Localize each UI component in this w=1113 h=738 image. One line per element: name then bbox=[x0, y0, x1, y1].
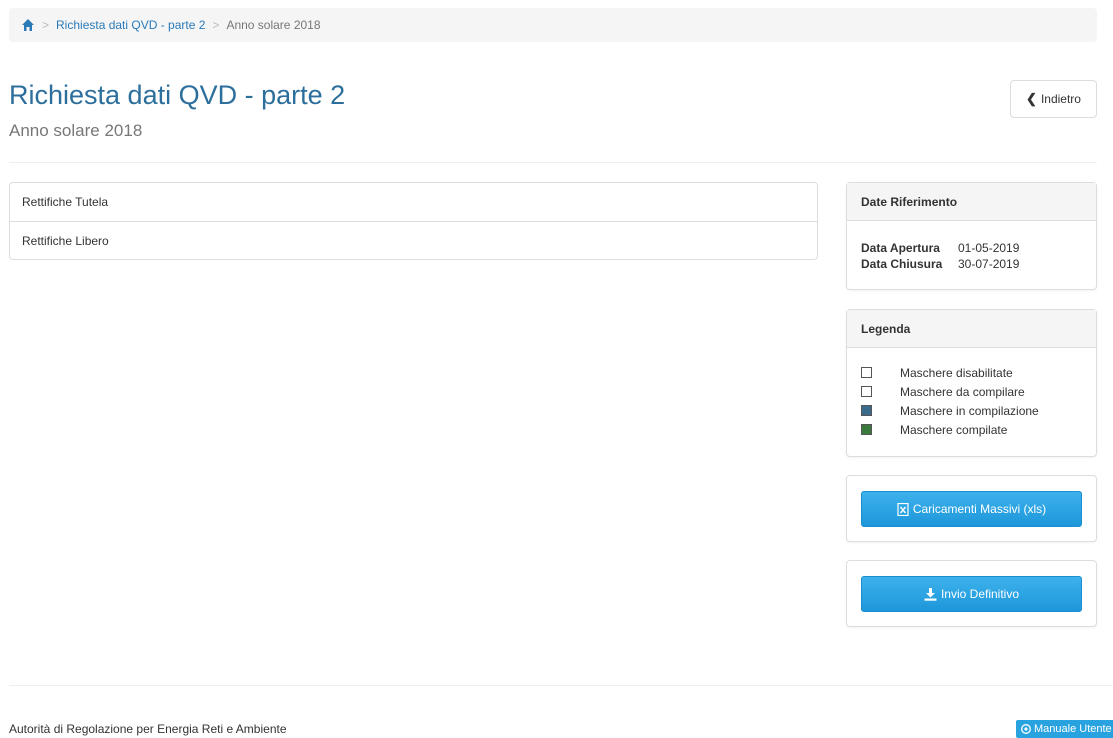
legend-label: Maschere in compilazione bbox=[900, 403, 1039, 418]
page-title: Richiesta dati QVD - parte 2 bbox=[9, 80, 346, 110]
back-button[interactable]: ❮ Indietro bbox=[1010, 80, 1097, 118]
list-item[interactable]: Rettifiche Tutela bbox=[10, 183, 817, 221]
bulk-upload-panel: Caricamenti Massivi (xls) bbox=[846, 475, 1097, 542]
user-manual-button[interactable]: Manuale Utente bbox=[1016, 720, 1113, 738]
legend-swatch bbox=[861, 405, 872, 416]
header-divider bbox=[9, 162, 1097, 163]
bulk-upload-button[interactable]: Caricamenti Massivi (xls) bbox=[861, 491, 1082, 527]
legend-item: Maschere compilate bbox=[861, 420, 1082, 439]
legend-item: Maschere disabilitate bbox=[861, 363, 1082, 382]
chevron-left-icon: ❮ bbox=[1026, 91, 1037, 106]
breadcrumb-current: Anno solare 2018 bbox=[226, 18, 321, 32]
final-submit-panel: Invio Definitivo bbox=[846, 560, 1097, 627]
date-value: 30-07-2019 bbox=[958, 257, 1020, 271]
breadcrumb-separator: > bbox=[212, 18, 220, 32]
footer-organization: Autorità di Regolazione per Energia Reti… bbox=[9, 722, 287, 736]
bulk-upload-label: Caricamenti Massivi (xls) bbox=[912, 502, 1047, 516]
reference-dates-panel: Date Riferimento Data Apertura 01-05-201… bbox=[846, 182, 1097, 290]
panel-heading: Date Riferimento bbox=[847, 183, 1096, 221]
download-icon bbox=[924, 587, 937, 601]
breadcrumb-separator: > bbox=[42, 18, 50, 32]
page-subtitle: Anno solare 2018 bbox=[9, 121, 143, 140]
legend-swatch bbox=[861, 424, 872, 435]
footer-divider bbox=[9, 685, 1113, 686]
final-submit-label: Invio Definitivo bbox=[940, 587, 1020, 601]
legend-swatch bbox=[861, 367, 872, 378]
home-icon[interactable] bbox=[21, 18, 35, 32]
sections-list: Rettifiche Tutela Rettifiche Libero bbox=[9, 182, 818, 260]
legend-item: Maschere da compilare bbox=[861, 382, 1082, 401]
user-manual-label: Manuale Utente bbox=[1034, 723, 1112, 735]
legend-label: Maschere disabilitate bbox=[900, 365, 1013, 380]
legend-item: Maschere in compilazione bbox=[861, 401, 1082, 420]
date-value: 01-05-2019 bbox=[958, 241, 1020, 255]
breadcrumb-link[interactable]: Richiesta dati QVD - parte 2 bbox=[56, 18, 205, 32]
date-label: Data Apertura bbox=[861, 241, 940, 255]
panel-heading: Legenda bbox=[847, 310, 1096, 348]
legend-swatch bbox=[861, 386, 872, 397]
breadcrumb: > Richiesta dati QVD - parte 2 > Anno so… bbox=[9, 8, 1097, 42]
list-item[interactable]: Rettifiche Libero bbox=[10, 221, 817, 259]
legend-label: Maschere compilate bbox=[900, 422, 1008, 437]
final-submit-button[interactable]: Invio Definitivo bbox=[861, 576, 1082, 612]
excel-file-icon bbox=[897, 502, 909, 516]
legend-label: Maschere da compilare bbox=[900, 384, 1025, 399]
help-circle-icon bbox=[1021, 724, 1031, 734]
back-button-label: Indietro bbox=[1040, 92, 1081, 106]
date-row: Data Apertura 01-05-2019 bbox=[861, 240, 1082, 256]
legend-panel: Legenda Maschere disabilitate Maschere d… bbox=[846, 309, 1097, 457]
date-row: Data Chiusura 30-07-2019 bbox=[861, 256, 1082, 272]
date-label: Data Chiusura bbox=[861, 257, 943, 271]
